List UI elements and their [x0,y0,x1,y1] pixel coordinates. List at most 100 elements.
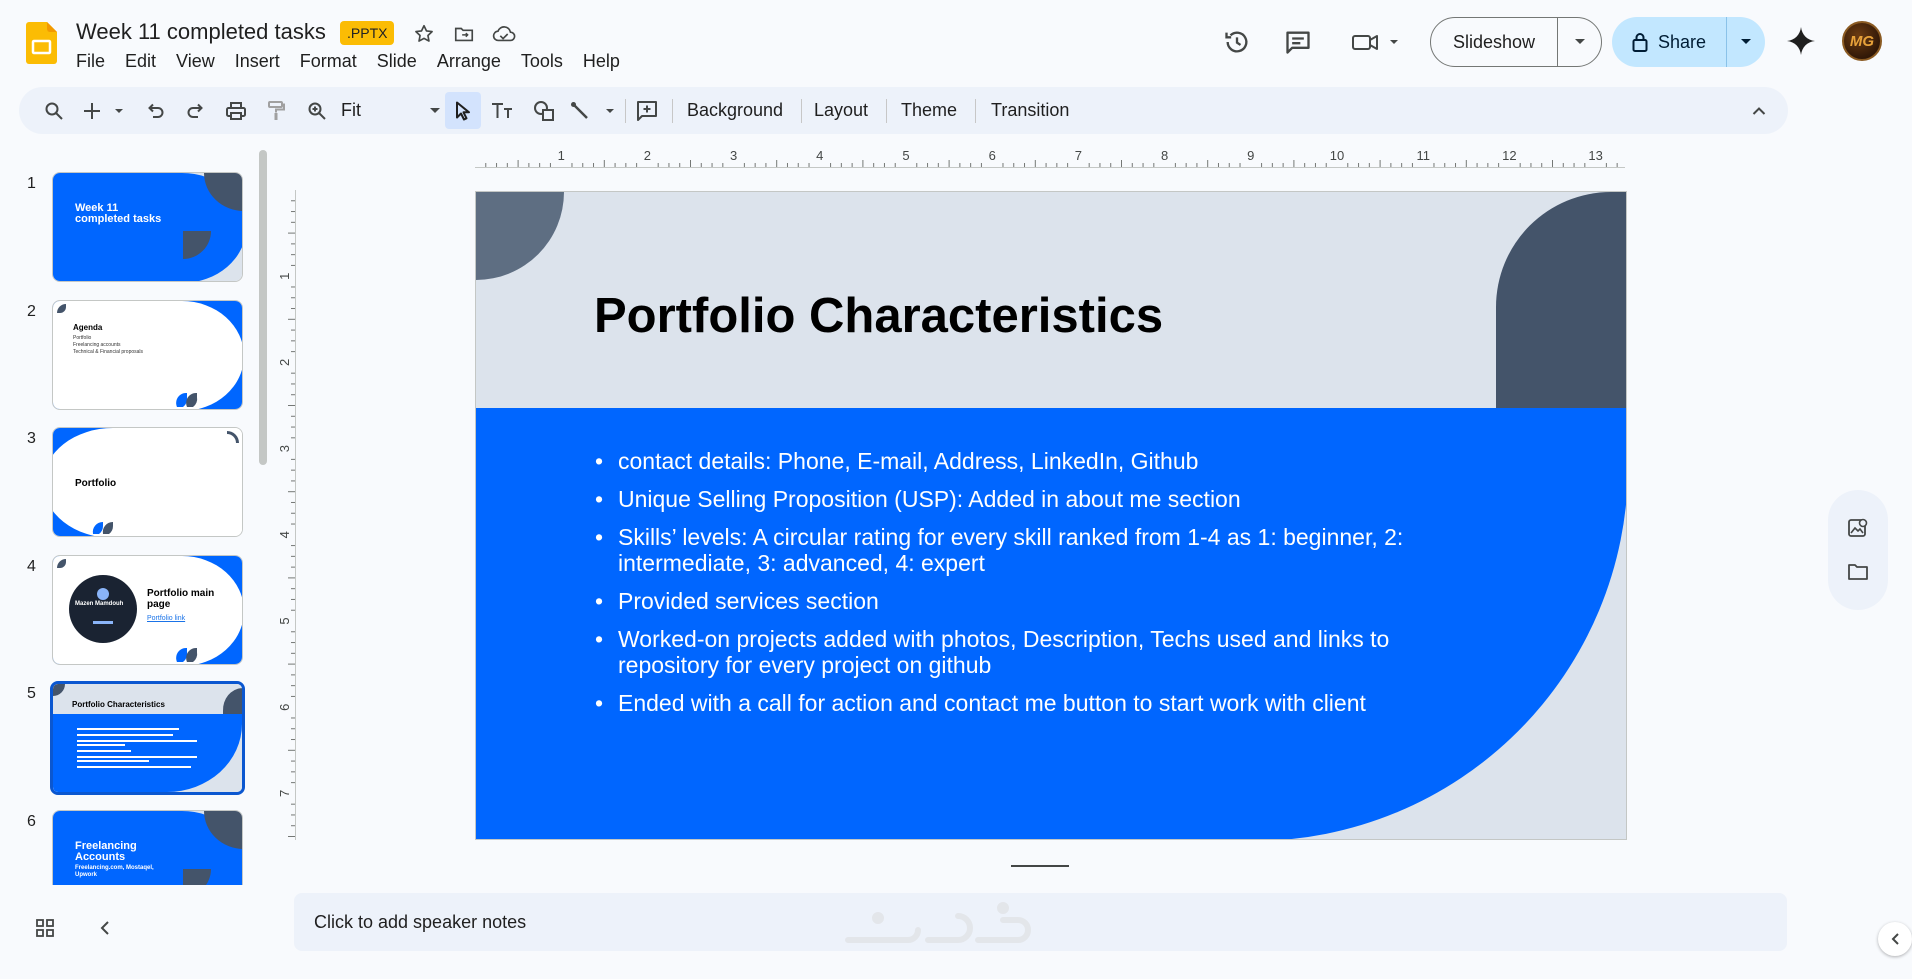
thumb-title: Week 11 completed tasks [75,202,162,225]
horizontal-ruler[interactable]: 1 2 3 4 5 6 7 8 9 10 11 12 13 [475,148,1625,168]
menu-help[interactable]: Help [583,51,620,72]
ruler-label: 3 [730,148,737,163]
new-slide-icon[interactable] [82,95,128,126]
insert-comment-icon[interactable] [633,95,661,126]
bullet-item[interactable]: Skills’ levels: A circular rating for ev… [595,524,1458,576]
bullet-item[interactable]: contact details: Phone, E-mail, Address,… [595,448,1458,474]
ruler-label: 7 [1075,148,1082,163]
bullet-item[interactable]: Worked-on projects added with photos, De… [595,626,1458,678]
thumb-title: Portfolio [75,478,117,489]
ruler-label: 2 [277,359,292,366]
slide-title[interactable]: Portfolio Characteristics [594,288,1163,344]
slide-number: 3 [27,430,36,447]
notes-resize-handle[interactable] [1011,865,1069,867]
ruler-label: 9 [1247,148,1254,163]
menu-bar: File Edit View Insert Format Slide Arran… [76,51,640,72]
file-type-badge: .PPTX [340,21,395,45]
collapse-side-panel-chevron-left-icon[interactable] [1878,922,1912,956]
slide-number: 4 [27,558,36,575]
slide-thumbnail-3[interactable]: Portfolio [52,427,243,537]
shapes-icon[interactable] [530,95,558,126]
share-button[interactable]: Share [1612,17,1765,67]
share-options-chevron-icon[interactable] [1727,17,1765,67]
gemini-sparkle-icon[interactable] [1786,26,1816,56]
zoom-select[interactable]: Fit [341,95,449,126]
toolbar-divider [625,99,626,123]
slide-bullet-list[interactable]: contact details: Phone, E-mail, Address,… [595,448,1458,728]
speaker-notes-placeholder[interactable]: Click to add speaker notes [314,912,526,933]
cloud-saved-icon[interactable] [490,20,518,48]
menu-slide[interactable]: Slide [377,51,417,72]
ruler-label: 5 [902,148,909,163]
bullet-item[interactable]: Provided services section [595,588,1458,614]
side-panel [1828,490,1888,610]
thumb-profile-name: Mazen Mamdouh [75,601,124,607]
menu-view[interactable]: View [176,51,215,72]
grid-view-icon[interactable] [31,914,59,942]
slideshow-button[interactable]: Slideshow [1430,17,1602,67]
ruler-label: 13 [1588,148,1602,163]
line-tool-icon[interactable] [570,95,618,126]
ruler-label: 7 [277,790,292,797]
undo-icon[interactable] [141,95,169,126]
menu-format[interactable]: Format [300,51,357,72]
slide-thumbnail-4[interactable]: Mazen Mamdouh Portfolio main page Portfo… [52,555,243,665]
bullet-item[interactable]: Ended with a call for action and contact… [595,690,1458,716]
version-history-icon[interactable] [1220,25,1254,59]
zoom-icon[interactable] [303,95,331,126]
hide-filmstrip-chevron-left-icon[interactable] [91,914,119,942]
toolbar-divider [886,99,887,123]
thumb-line: Portfolio [73,335,92,341]
redo-icon[interactable] [182,95,210,126]
thumb-title: Portfolio main page [147,588,215,610]
watermark-logo-icon [845,902,1031,943]
menu-file[interactable]: File [76,51,105,72]
transition-button[interactable]: Transition [991,95,1069,126]
image-search-icon[interactable] [1844,514,1872,542]
speaker-notes-panel[interactable]: Click to add speaker notes [294,893,1787,951]
slide-thumbnail-2[interactable]: Agenda Portfolio Freelancing accounts Te… [52,300,243,410]
star-icon[interactable] [410,20,438,48]
slide-canvas[interactable]: Portfolio Characteristics contact detail… [475,191,1627,840]
ruler-label: 4 [277,531,292,538]
text-box-icon[interactable] [488,95,516,126]
comments-icon[interactable] [1281,25,1315,59]
thumb-line: Freelancing accounts [73,342,121,348]
user-avatar[interactable]: MG [1842,21,1882,61]
slide-thumbnail-5[interactable]: Portfolio Characteristics [50,681,245,795]
slide-number: 6 [27,813,36,830]
theme-button[interactable]: Theme [901,95,957,126]
ruler-label: 6 [277,704,292,711]
ruler-label: 4 [816,148,823,163]
move-folder-icon[interactable] [450,20,478,48]
meet-icon[interactable] [1349,25,1405,59]
search-menus-icon[interactable] [40,95,68,126]
select-cursor-icon[interactable] [445,92,481,129]
print-icon[interactable] [222,95,250,126]
slideshow-label[interactable]: Slideshow [1431,18,1558,66]
share-main[interactable]: Share [1612,17,1727,67]
thumb-body-lines [77,728,197,768]
slide-thumbnail-6[interactable]: Freelancing Accounts Freelancing.com, Mo… [52,810,243,885]
layout-button[interactable]: Layout [814,95,868,126]
ruler-label: 1 [277,273,292,280]
vertical-ruler[interactable]: 1 2 3 4 5 6 7 [276,190,296,840]
menu-edit[interactable]: Edit [125,51,156,72]
toolbar-divider [801,99,802,123]
document-title[interactable]: Week 11 completed tasks [76,19,326,45]
filmstrip-scrollbar[interactable] [259,150,267,465]
toolbar-divider [975,99,976,123]
menu-insert[interactable]: Insert [235,51,280,72]
slide-number: 2 [27,303,36,320]
slideshow-options-chevron-icon[interactable] [1558,18,1601,66]
paint-format-icon[interactable] [262,95,290,126]
thumb-link: Portfolio link [147,615,186,622]
slide-thumbnail-1[interactable]: Week 11 completed tasks [52,172,243,282]
menu-tools[interactable]: Tools [521,51,563,72]
folder-icon[interactable] [1844,558,1872,586]
background-button[interactable]: Background [687,95,783,126]
menu-arrange[interactable]: Arrange [437,51,501,72]
slides-logo-icon[interactable] [26,22,57,64]
collapse-toolbar-chevron-up-icon[interactable] [1745,95,1773,126]
bullet-item[interactable]: Unique Selling Proposition (USP): Added … [595,486,1458,512]
